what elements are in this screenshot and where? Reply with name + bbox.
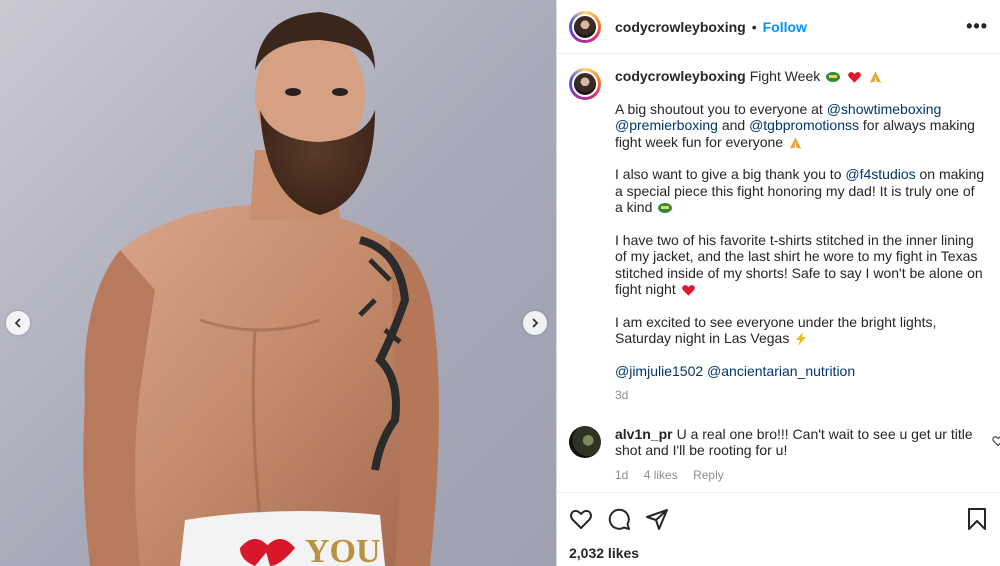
comment-body: alv1n_pr U a real one bro!!! Can't wait t… <box>615 426 985 484</box>
caption-p4: I am excited to see everyone under the b… <box>615 313 937 347</box>
mention-ancientarian[interactable]: @ancientarian_nutrition <box>707 363 855 379</box>
caption-timestamp[interactable]: 3d <box>615 387 985 404</box>
folded-hands-emoji <box>869 71 882 83</box>
heart-icon <box>570 509 592 529</box>
caption-text: codycrowleyboxing Fight Week A big shouto… <box>615 68 985 404</box>
share-icon <box>646 509 668 530</box>
boxing-glove-emoji <box>826 72 841 83</box>
comment-button[interactable] <box>607 507 631 531</box>
comment-item: alv1n_pr U a real one bro!!! Can't wait t… <box>569 425 988 484</box>
comment-like-heart-icon[interactable] <box>992 435 1000 447</box>
comment-avatar[interactable] <box>569 425 601 458</box>
more-options-icon[interactable]: ••• <box>966 16 988 37</box>
chevron-right-icon <box>532 318 539 328</box>
comment-text-line: alv1n_pr U a real one bro!!! Can't wait t… <box>615 426 985 459</box>
caption-and: and <box>721 117 746 133</box>
post-header: codycrowleyboxing • Follow ••• <box>557 0 1000 54</box>
bookmark-icon <box>968 508 986 530</box>
next-photo-button[interactable] <box>523 311 547 335</box>
mention-jimjulie[interactable]: @jimjulie1502 <box>615 363 703 379</box>
red-heart-emoji <box>681 285 695 296</box>
comment-username[interactable]: alv1n_pr <box>615 426 673 442</box>
svg-text:YOU: YOU <box>305 533 381 566</box>
prev-photo-button[interactable] <box>6 311 30 335</box>
username-link[interactable]: codycrowleyboxing <box>615 19 746 35</box>
post-sidebar: codycrowleyboxing • Follow ••• codycrowl… <box>556 0 1000 566</box>
mention-showtime[interactable]: @showtimeboxing <box>827 101 942 117</box>
folded-hands-emoji <box>789 137 802 149</box>
caption-paragraph-4: I am excited to see everyone under the b… <box>615 314 985 347</box>
comment-icon <box>608 508 630 530</box>
caption-paragraph-3: I have two of his favorite t-shirts stit… <box>615 232 985 298</box>
caption-title: Fight Week <box>749 68 821 84</box>
caption-paragraph-2: I also want to give a big thank you to @… <box>615 166 985 216</box>
post-photo: YOU <box>83 12 439 566</box>
caption-avatar[interactable] <box>569 68 601 100</box>
comment-reply-button[interactable]: Reply <box>693 468 724 482</box>
caption-p3: I have two of his favorite t-shirts stit… <box>615 231 983 298</box>
caption-paragraph-5: @jimjulie1502 @ancientarian_nutrition <box>615 363 985 380</box>
likes-count[interactable]: 2,032 likes <box>569 545 988 561</box>
avatar[interactable] <box>569 10 601 43</box>
post-media: YOU <box>0 0 556 566</box>
caption-p2a: I also want to give a big thank you to <box>615 166 842 182</box>
caption-username[interactable]: codycrowleyboxing <box>615 68 746 84</box>
action-bar: 2,032 likes <box>557 492 1000 566</box>
caption: codycrowleyboxing Fight Week A big shouto… <box>569 68 988 404</box>
comment-likes[interactable]: 4 likes <box>644 468 678 482</box>
mention-tgb[interactable]: @tgbpromotionss <box>749 117 859 133</box>
red-heart-emoji <box>848 72 861 83</box>
comment-time[interactable]: 1d <box>615 468 628 482</box>
separator-dot: • <box>751 18 757 35</box>
post-dialog: YOU codycrowleyboxing • Follow ••• codyc… <box>0 0 1000 566</box>
caption-title-line: codycrowleyboxing Fight Week <box>615 68 985 85</box>
mention-premier[interactable]: @premierboxing <box>615 117 718 133</box>
caption-p1a: A big shoutout you to everyone at <box>615 100 823 117</box>
save-button[interactable] <box>966 507 988 531</box>
comments-list[interactable]: codycrowleyboxing Fight Week A big shouto… <box>557 54 1000 492</box>
like-button[interactable] <box>569 507 593 531</box>
lightning-emoji <box>796 332 807 347</box>
follow-button[interactable]: Follow <box>763 19 807 35</box>
share-button[interactable] <box>645 507 669 531</box>
chevron-left-icon <box>14 318 21 328</box>
boxing-glove-emoji <box>658 203 673 214</box>
action-icons <box>569 507 988 531</box>
caption-paragraph-1: A big shoutout you to everyone at @showt… <box>615 101 985 151</box>
mention-f4studios[interactable]: @f4studios <box>845 166 915 182</box>
comment-meta: 1d 4 likes Reply <box>615 467 985 484</box>
